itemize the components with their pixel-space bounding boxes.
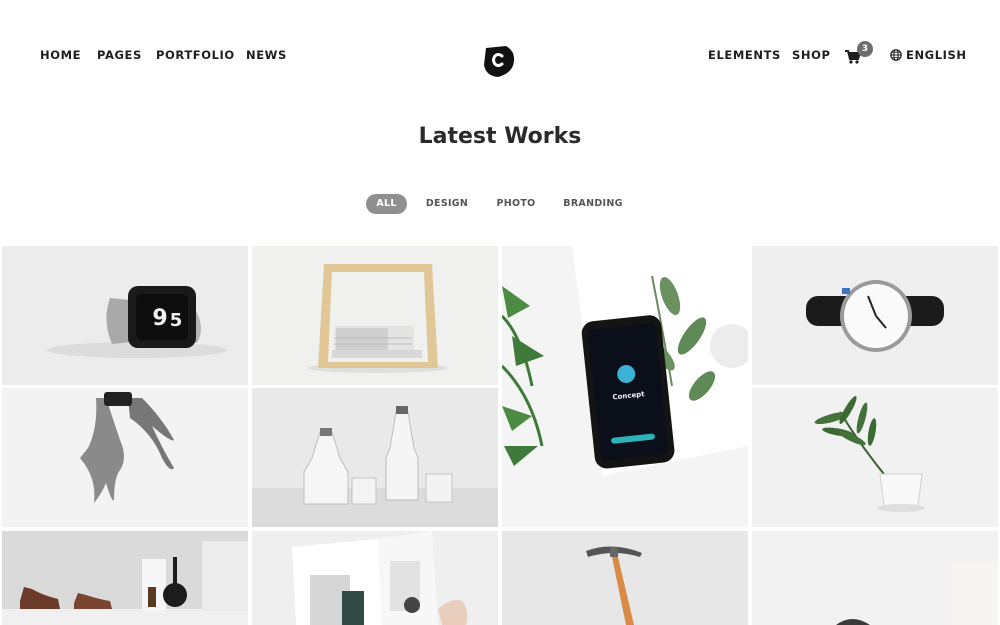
minimal-object-image <box>752 531 998 625</box>
smartwatch-image: 9 5 <box>2 246 248 385</box>
filter-photo[interactable]: PHOTO <box>490 194 542 214</box>
analog-watch-image <box>752 246 998 385</box>
wooden-shelf-image <box>252 246 498 385</box>
globe-icon <box>890 49 902 61</box>
portfolio-item-smartwatch[interactable]: 9 5 <box>2 246 248 385</box>
portfolio-item-plant-glass[interactable] <box>752 388 998 527</box>
cart-button[interactable]: 3 <box>845 41 875 68</box>
portfolio-item-shoes-shelf[interactable] <box>2 531 248 625</box>
phone-concept-image: Concept <box>502 246 748 527</box>
portfolio-item-hammer[interactable] <box>502 531 748 625</box>
portfolio-grid: 9 5 Concept <box>0 246 1000 625</box>
filter-branding[interactable]: BRANDING <box>558 194 628 214</box>
glass-bottles-image <box>252 388 498 527</box>
nav-elements[interactable]: ELEMENTS <box>708 48 781 62</box>
portfolio-item-hands[interactable] <box>2 388 248 527</box>
portfolio-item-wooden-shelf[interactable] <box>252 246 498 385</box>
svg-text:5: 5 <box>170 310 183 331</box>
brand-logo[interactable] <box>480 43 516 79</box>
filter-all[interactable]: ALL <box>366 194 407 214</box>
portfolio-item-glass-bottles[interactable] <box>252 388 498 527</box>
logo-icon <box>484 46 515 77</box>
plant-glass-image <box>752 388 998 527</box>
shoes-shelf-image <box>2 531 248 625</box>
nav-portfolio[interactable]: PORTFOLIO <box>156 48 235 62</box>
filter-design[interactable]: DESIGN <box>420 194 474 214</box>
nav-home[interactable]: HOME <box>40 48 81 62</box>
language-label: ENGLISH <box>906 48 967 62</box>
hammer-image <box>502 531 748 625</box>
hands-image <box>2 388 248 527</box>
magazine-image <box>252 531 498 625</box>
nav-news[interactable]: NEWS <box>246 48 287 62</box>
portfolio-item-minimal-object[interactable] <box>752 531 998 625</box>
portfolio-item-phone-concept[interactable]: Concept <box>502 246 748 527</box>
portfolio-item-magazine[interactable] <box>252 531 498 625</box>
nav-shop[interactable]: SHOP <box>792 48 831 62</box>
cart-count-badge: 3 <box>857 41 873 57</box>
portfolio-filters: ALL DESIGN PHOTO BRANDING <box>0 194 1000 214</box>
portfolio-item-analog-watch[interactable] <box>752 246 998 385</box>
svg-text:9: 9 <box>152 306 167 331</box>
nav-pages[interactable]: PAGES <box>97 48 142 62</box>
section-title: Latest Works <box>418 124 582 149</box>
